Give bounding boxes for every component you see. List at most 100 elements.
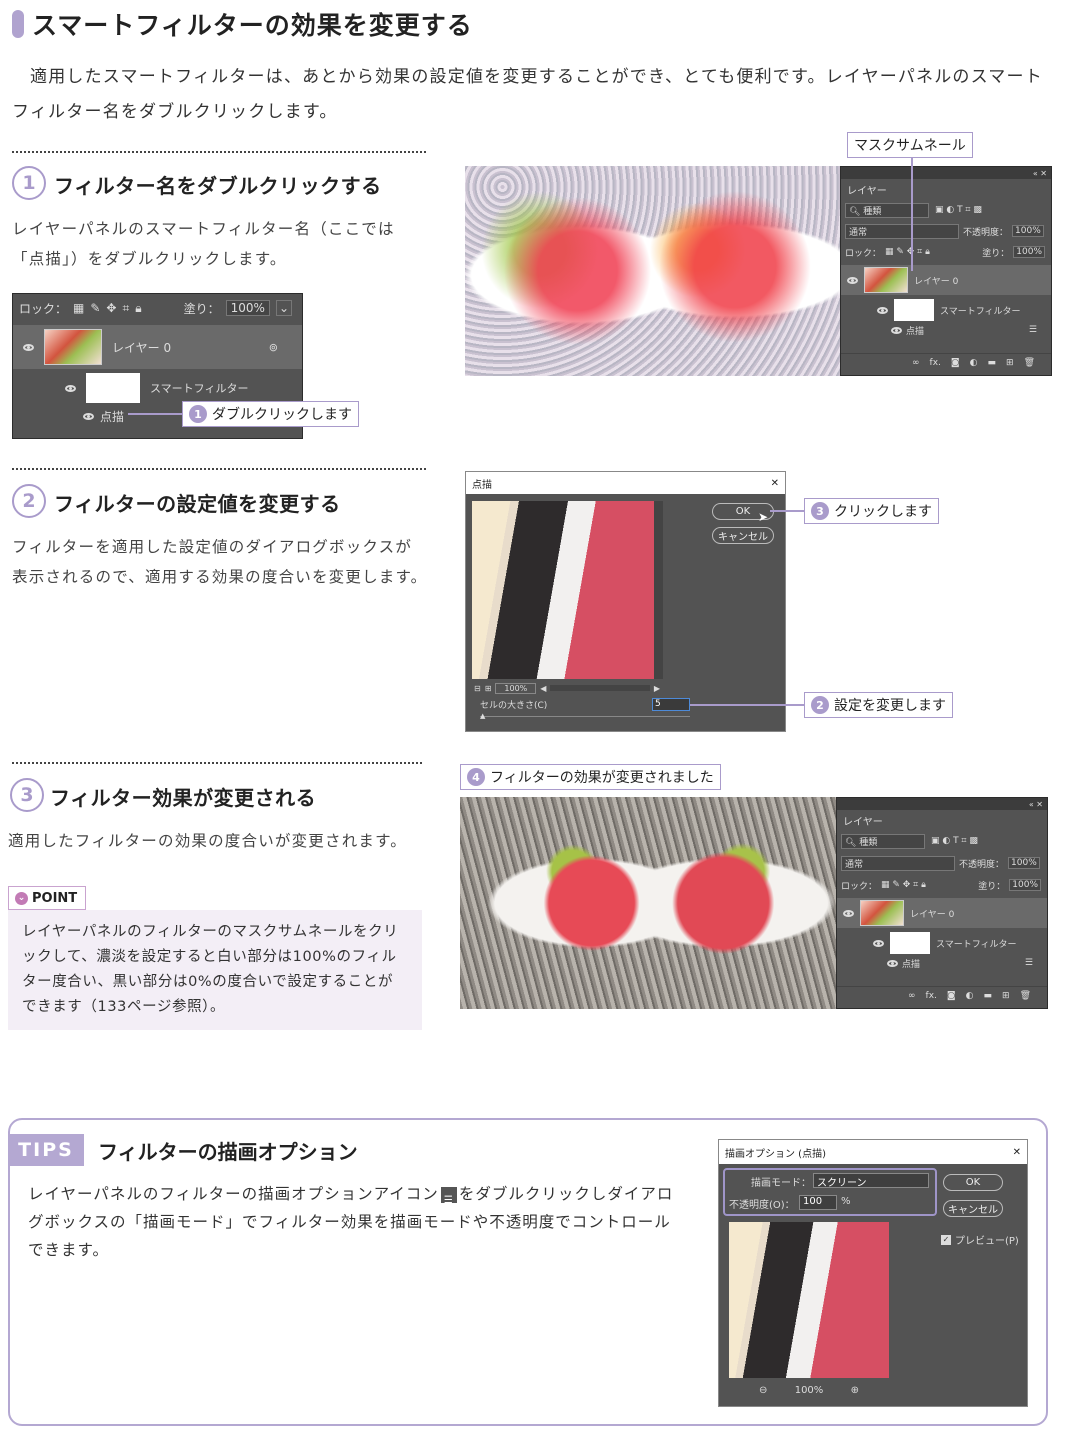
layer-row[interactable]: レイヤー 0 [837, 898, 1047, 928]
filter-name[interactable]: 点描 [906, 324, 924, 337]
trash-icon[interactable]: 🗑︎ [1024, 358, 1035, 368]
cancel-button[interactable]: キャンセル [943, 1200, 1003, 1217]
lock-brush-icon[interactable]: ✎ [90, 301, 100, 315]
new-layer-icon[interactable]: ⊞ [1002, 991, 1010, 1001]
close-icon[interactable]: ✕ [1013, 1147, 1021, 1158]
eye-icon[interactable] [887, 959, 898, 967]
filter-icons[interactable]: ▣ ◐ T ⌗ ▩ [935, 205, 982, 215]
callout-text: ダブルクリックします [212, 407, 352, 423]
fill-value[interactable]: 100% [1013, 246, 1045, 258]
link-icon[interactable]: ∞ [912, 358, 920, 368]
blend-options-dialog: 描画オプション (点描) ✕ 描画モード： スクリーン 不透明度(O)： 100… [718, 1139, 1028, 1407]
slider-handle[interactable]: ▲ [480, 712, 485, 720]
opacity-label: 不透明度： [959, 859, 1005, 870]
cell-size-input[interactable]: 5 [652, 698, 690, 711]
eye-icon[interactable] [847, 276, 858, 284]
blend-options-icon[interactable]: ☰ [1025, 958, 1033, 968]
folder-icon[interactable]: ▬ [984, 991, 993, 1001]
close-icon[interactable]: ✕ [771, 478, 779, 489]
layer-thumbnail[interactable] [44, 329, 102, 365]
opacity-input[interactable]: 100 [799, 1195, 837, 1210]
layer-thumbnail[interactable] [864, 267, 908, 293]
fill-value[interactable]: 100% [225, 300, 270, 316]
filter-mask-thumbnail[interactable] [894, 299, 934, 321]
dialog-title: 点描 [472, 479, 492, 491]
layer-thumbnail[interactable] [860, 900, 904, 926]
opacity-label: 不透明度： [963, 227, 1009, 238]
mode-select[interactable]: スクリーン [813, 1173, 929, 1189]
eye-icon[interactable] [891, 326, 902, 334]
blend-mode-select[interactable]: 通常 [841, 855, 955, 871]
filter-row[interactable]: 点描 ☰ [841, 323, 1051, 337]
filter-row[interactable]: 点描 ☰ [837, 956, 1047, 970]
zoom-in-icon[interactable]: ⊕ [851, 1385, 859, 1396]
fx-icon[interactable]: fx. [930, 358, 941, 368]
cancel-button[interactable]: キャンセル [712, 527, 774, 544]
lock-transparent-icon[interactable]: ▦ [73, 301, 84, 315]
smart-filter-row[interactable]: スマートフィルター [13, 371, 302, 405]
adjustment-icon[interactable]: ◐ [970, 358, 978, 368]
mask-icon[interactable]: ◙ [947, 991, 956, 1001]
trash-icon[interactable]: 🗑︎ [1020, 991, 1031, 1001]
tips-badge: TIPS [8, 1134, 84, 1166]
filter-mask-thumbnail[interactable] [890, 932, 930, 954]
lock-label: ロック： [841, 881, 878, 892]
blend-options-icon[interactable]: ☰ [1029, 325, 1037, 335]
dialog-title: 描画オプション (点描) [725, 1148, 826, 1160]
layer-row[interactable]: レイヤー 0 ⊚ [13, 325, 302, 369]
panel-footer: ∞ fx. ◙ ◐ ▬ ⊞ 🗑︎ [841, 353, 1051, 371]
filter-kind-select[interactable]: 🔍︎ 種類 [845, 202, 929, 218]
checkbox-checked-icon[interactable]: ✓ [941, 1234, 951, 1245]
leader-line [770, 510, 806, 512]
layer-row[interactable]: レイヤー 0 [841, 265, 1051, 295]
filter-name[interactable]: 点描 [100, 408, 124, 425]
opacity-value[interactable]: 100% [1012, 225, 1044, 237]
eye-icon[interactable] [873, 939, 884, 947]
preview-scrollbar[interactable] [654, 501, 663, 679]
link-icon[interactable]: ∞ [908, 991, 916, 1001]
blend-mode-select[interactable]: 通常 [845, 223, 959, 239]
fx-icon[interactable]: fx. [926, 991, 937, 1001]
eye-icon[interactable] [843, 909, 854, 917]
lock-move-icon[interactable]: ✥ [106, 301, 116, 315]
step-title: フィルターの設定値を変更する [54, 492, 341, 516]
callout-1: 1 ダブルクリックします [182, 401, 359, 427]
zoom-value[interactable]: 100% [495, 682, 537, 694]
filter-kind-select[interactable]: 🔍︎ 種類 [841, 833, 925, 849]
eye-icon[interactable] [65, 384, 76, 392]
zoom-out-icon[interactable]: ⊖ [759, 1385, 767, 1396]
lock-icons[interactable]: ▦ ✎ ✥ ⌗ 🔒︎ [881, 880, 926, 890]
point-badge: ⌄ POINT [8, 886, 86, 910]
scroll-right-icon[interactable]: ▶ [654, 684, 660, 693]
step-body: フィルターを適用した設定値のダイアログボックスが表示されるので、適用する効果の度… [12, 538, 428, 586]
opacity-value[interactable]: 100% [1008, 857, 1040, 869]
zoom-in-icon[interactable]: ⊞ [485, 684, 492, 693]
tab-layers[interactable]: レイヤー [841, 179, 1051, 199]
cell-size-slider[interactable] [480, 716, 690, 717]
lock-all-icon[interactable]: 🔒︎ [135, 301, 141, 316]
point-text: レイヤーパネルのフィルターのマスクサムネールをクリックして、濃淡を設定すると白い… [22, 924, 399, 1015]
zoom-out-icon[interactable]: ⊟ [474, 684, 481, 693]
lock-icons[interactable]: ▦ ✎ ✥ ⌗ 🔒︎ [885, 247, 930, 257]
mask-icon[interactable]: ◙ [951, 358, 960, 368]
eye-icon[interactable] [877, 306, 888, 314]
new-layer-icon[interactable]: ⊞ [1006, 358, 1014, 368]
pointillized-photo [465, 166, 840, 376]
tab-layers[interactable]: レイヤー [837, 810, 1047, 830]
preview-checkbox[interactable]: ✓ プレビュー(P) [941, 1232, 1019, 1247]
filter-mask-thumbnail[interactable] [86, 373, 140, 403]
smart-filter-row[interactable]: スマートフィルター [837, 930, 1047, 956]
folder-icon[interactable]: ▬ [988, 358, 997, 368]
filter-icons[interactable]: ▣ ◐ T ⌗ ▩ [931, 836, 978, 846]
smart-filter-row[interactable]: スマートフィルター [841, 297, 1051, 323]
chevron-down-icon[interactable]: ⌄ [275, 300, 293, 316]
step-body: レイヤーパネルのスマートフィルター名（ここでは「点描」）をダブルクリックします。 [12, 220, 395, 268]
adjustment-icon[interactable]: ◐ [966, 991, 974, 1001]
fill-value[interactable]: 100% [1009, 879, 1041, 891]
scroll-left-icon[interactable]: ◀ [540, 684, 546, 693]
lock-artboard-icon[interactable]: ⌗ [122, 301, 129, 316]
eye-icon[interactable] [83, 412, 94, 420]
filter-name[interactable]: 点描 [902, 957, 920, 970]
ok-button[interactable]: OK [943, 1174, 1003, 1191]
eye-icon[interactable] [23, 343, 34, 351]
